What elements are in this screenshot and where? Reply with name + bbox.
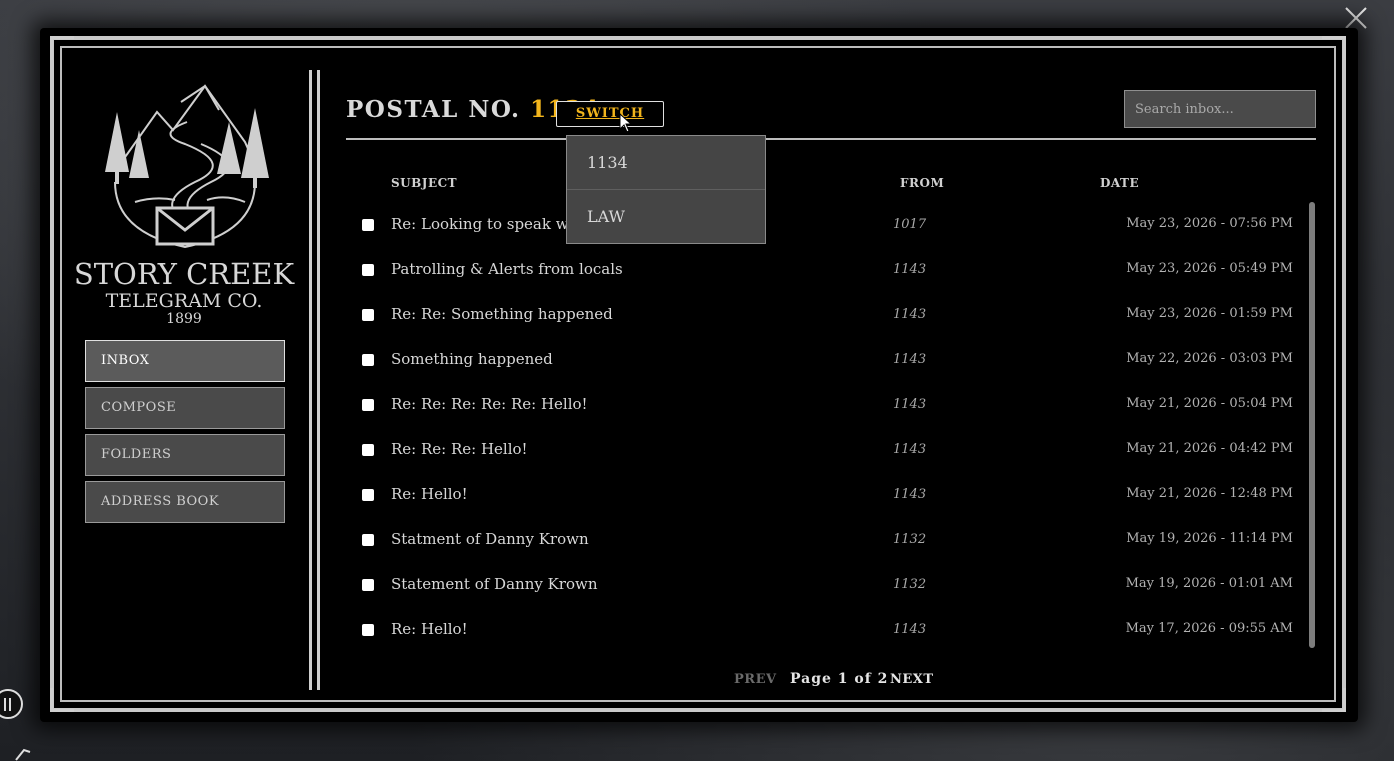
hunger-status-icon — [0, 689, 23, 719]
row-checkbox[interactable] — [362, 489, 374, 501]
frame-corner — [1322, 688, 1346, 712]
nav-compose-button[interactable]: COMPOSE — [85, 387, 285, 429]
message-subject[interactable]: Statment of Danny Krown — [391, 530, 589, 548]
nav-inbox-button[interactable]: INBOX — [85, 340, 285, 382]
message-date: May 17, 2026 - 09:55 AM — [1125, 621, 1293, 636]
mountain-envelope-logo — [105, 84, 269, 249]
frame-corner — [50, 688, 74, 712]
message-from: 1132 — [893, 532, 927, 547]
message-subject[interactable]: Re: Re: Re: Hello! — [391, 440, 528, 458]
message-subject[interactable]: Re: Re: Re: Re: Re: Hello! — [391, 395, 588, 413]
postal-switch-dropdown: 1134 LAW — [566, 135, 766, 244]
message-row[interactable]: Something happened 1143 May 22, 2026 - 0… — [346, 339, 1296, 384]
message-from: 1132 — [893, 577, 927, 592]
row-checkbox[interactable] — [362, 444, 374, 456]
message-subject[interactable]: Re: Hello! — [391, 620, 468, 638]
message-from: 1143 — [893, 352, 927, 367]
message-from: 1143 — [893, 487, 927, 502]
nav-folders-button[interactable]: FOLDERS — [85, 434, 285, 476]
message-row[interactable]: Re: Re: Re: Hello! 1143 May 21, 2026 - 0… — [346, 429, 1296, 474]
column-header-from[interactable]: FROM — [900, 176, 944, 190]
message-row[interactable]: Statement of Danny Krown 1132 May 19, 20… — [346, 564, 1296, 609]
message-date: May 22, 2026 - 03:03 PM — [1126, 351, 1293, 366]
message-row[interactable]: Statment of Danny Krown 1132 May 19, 202… — [346, 519, 1296, 564]
column-header-date[interactable]: DATE — [1100, 176, 1139, 190]
message-date: May 23, 2026 - 01:59 PM — [1126, 306, 1293, 321]
search-input[interactable] — [1124, 90, 1316, 128]
message-row[interactable]: Patrolling & Alerts from locals 1143 May… — [346, 249, 1296, 294]
brand-name: STORY CREEK — [73, 257, 295, 291]
mouse-cursor-icon — [619, 113, 633, 133]
dropdown-option-1134[interactable]: 1134 — [567, 136, 765, 189]
postal-title-prefix: POSTAL NO. — [346, 96, 521, 123]
message-date: May 19, 2026 - 01:01 AM — [1125, 576, 1293, 591]
row-checkbox[interactable] — [362, 399, 374, 411]
sidebar-divider — [309, 70, 320, 690]
message-from: 1143 — [893, 622, 927, 637]
nav-address-book-button[interactable]: ADDRESS BOOK — [85, 481, 285, 523]
dropdown-option-law[interactable]: LAW — [567, 189, 765, 242]
brand-subtitle: TELEGRAM CO. — [105, 290, 263, 312]
message-subject[interactable]: Re: Re: Something happened — [391, 305, 613, 323]
row-checkbox[interactable] — [362, 309, 374, 321]
message-date: May 19, 2026 - 11:14 PM — [1126, 531, 1293, 546]
message-from: 1143 — [893, 262, 927, 277]
message-date: May 21, 2026 - 05:04 PM — [1126, 396, 1293, 411]
message-date: May 21, 2026 - 12:48 PM — [1126, 486, 1293, 501]
message-row[interactable]: Re: Hello! 1143 May 21, 2026 - 12:48 PM — [346, 474, 1296, 519]
message-subject[interactable]: Something happened — [391, 350, 553, 368]
row-checkbox[interactable] — [362, 579, 374, 591]
message-subject[interactable]: Patrolling & Alerts from locals — [391, 260, 623, 278]
message-subject[interactable]: Statement of Danny Krown — [391, 575, 598, 593]
message-date: May 23, 2026 - 05:49 PM — [1126, 261, 1293, 276]
scrollbar-thumb[interactable] — [1309, 202, 1315, 648]
message-row[interactable]: Re: Re: Something happened 1143 May 23, … — [346, 294, 1296, 339]
message-from: 1143 — [893, 397, 927, 412]
stamina-status-icon — [15, 748, 31, 761]
prev-page-button[interactable]: PREV — [734, 672, 777, 687]
message-from: 1143 — [893, 442, 927, 457]
frame-corner — [1322, 36, 1346, 60]
message-row[interactable]: Re: Looking to speak with y 1017 May 23,… — [346, 204, 1296, 249]
message-date: May 23, 2026 - 07:56 PM — [1126, 216, 1293, 231]
row-checkbox[interactable] — [362, 354, 374, 366]
row-checkbox[interactable] — [362, 534, 374, 546]
row-checkbox[interactable] — [362, 624, 374, 636]
page-indicator: Page 1 of 2 — [790, 671, 889, 687]
message-subject[interactable]: Re: Hello! — [391, 485, 468, 503]
brand-year: 1899 — [166, 311, 202, 327]
message-row[interactable]: Re: Hello! 1143 May 17, 2026 - 09:55 AM — [346, 609, 1296, 654]
message-from: 1143 — [893, 307, 927, 322]
frame-corner — [50, 36, 74, 60]
next-page-button[interactable]: NEXT — [890, 672, 934, 687]
message-row[interactable]: Re: Re: Re: Re: Re: Hello! 1143 May 21, … — [346, 384, 1296, 429]
row-checkbox[interactable] — [362, 264, 374, 276]
message-date: May 21, 2026 - 04:42 PM — [1126, 441, 1293, 456]
message-from: 1017 — [893, 217, 927, 232]
header-divider — [346, 138, 1316, 140]
column-header-subject[interactable]: SUBJECT — [391, 176, 457, 190]
switch-button[interactable]: SWITCH — [556, 101, 664, 127]
row-checkbox[interactable] — [362, 219, 374, 231]
